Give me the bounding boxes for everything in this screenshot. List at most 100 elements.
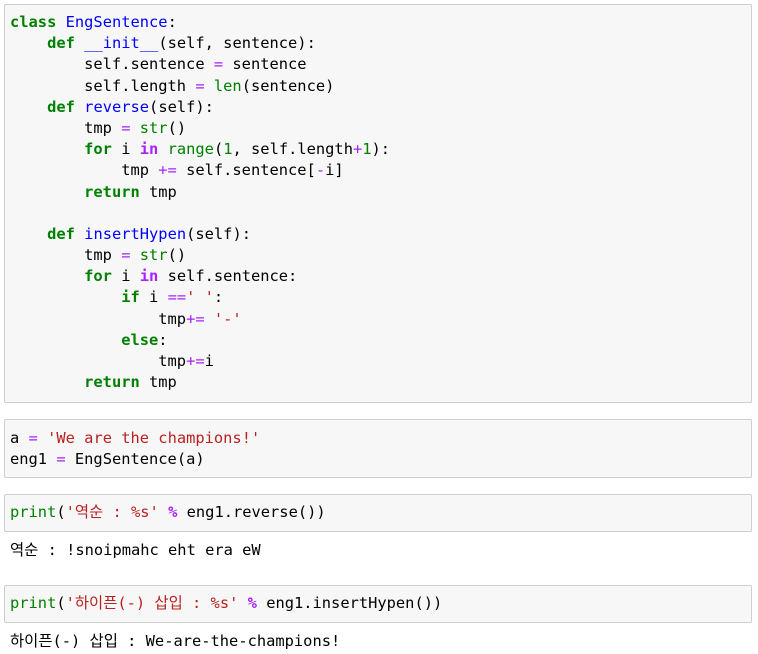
code-text: EngSentence(a): [65, 450, 205, 469]
keyword: def: [47, 224, 75, 243]
code-cell-print-reverse[interactable]: print('역순 : %s' % eng1.reverse()): [4, 494, 752, 532]
code-text: (self):: [186, 224, 251, 243]
code-cell-assignment[interactable]: a = 'We are the champions!' eng1 = EngSen…: [4, 419, 752, 478]
operator: +=: [186, 309, 205, 328]
code-text: self.sentence:: [158, 267, 298, 286]
code-cell-class-definition[interactable]: class EngSentence: def __init__(self, se…: [4, 4, 752, 403]
code-text: :: [167, 13, 177, 31]
code-line: tmp = str(): [10, 118, 390, 139]
code-text: :: [158, 330, 168, 349]
code-line: return tmp: [10, 182, 390, 203]
code-text: self.sentence[: [176, 161, 316, 180]
keyword: return: [84, 373, 140, 392]
code-line: for i in range(1, self.length+1):: [10, 139, 390, 160]
builtin: print: [10, 594, 57, 612]
cell-output-reverse: 역순 : !snoipmahc eht era eW: [10, 541, 261, 559]
code-line: tmp+= '-': [10, 309, 390, 330]
keyword: if: [121, 288, 140, 307]
code-text: i: [204, 352, 214, 370]
code-text: eng1: [10, 450, 57, 469]
code-text: tmp: [10, 246, 122, 265]
code-editor[interactable]: print('하이픈(-) 삽입 : %s' % eng1.insertHype…: [10, 593, 442, 614]
operator: =: [56, 450, 66, 469]
code-text: i: [111, 267, 140, 286]
keyword: def: [47, 34, 75, 53]
operator: +: [352, 140, 363, 159]
operator: -: [315, 161, 326, 180]
code-text: eng1.insertHypen()): [256, 594, 443, 612]
operator: =: [28, 429, 38, 447]
code-cell-print-hyphen[interactable]: print('하이픈(-) 삽입 : %s' % eng1.insertHype…: [4, 585, 752, 623]
code-line: class EngSentence:: [10, 12, 390, 33]
operator: =: [195, 76, 205, 95]
code-text: eng1.reverse()): [177, 503, 326, 521]
code-editor[interactable]: class EngSentence: def __init__(self, se…: [10, 12, 390, 393]
code-text: (: [56, 594, 66, 612]
code-line: def __init__(self, sentence):: [10, 33, 390, 54]
code-text: tmp: [10, 118, 122, 137]
function-name: EngSentence: [65, 13, 168, 31]
code-editor[interactable]: print('역순 : %s' % eng1.reverse()): [10, 502, 326, 523]
keyword: def: [47, 97, 75, 116]
keyword: for: [84, 140, 112, 159]
code-text: (self, sentence):: [158, 34, 316, 53]
function-name: reverse: [84, 97, 150, 116]
keyword: for: [84, 267, 112, 286]
string-literal: '하이픈(-) 삽입 : %s': [65, 594, 239, 612]
operator: in: [139, 140, 159, 159]
operator: =: [213, 55, 224, 74]
builtin: range: [167, 140, 214, 159]
string-literal: '역순 : %s': [65, 503, 159, 521]
function-name: __init__: [84, 34, 159, 53]
string-literal: 'We are the champions!': [47, 429, 261, 447]
code-editor[interactable]: a = 'We are the champions!' eng1 = EngSen…: [10, 428, 260, 470]
keyword: class: [10, 13, 57, 31]
code-text: a: [10, 429, 29, 447]
code-text: self.sentence: [10, 55, 214, 74]
operator: in: [139, 267, 159, 286]
code-text: (): [167, 246, 187, 265]
code-line: def insertHypen(self):: [10, 224, 390, 245]
code-line: print('하이픈(-) 삽입 : %s' % eng1.insertHype…: [10, 593, 442, 614]
operator: ==: [167, 288, 187, 307]
code-line: if i ==' ':: [10, 287, 390, 308]
string-literal: '-': [213, 309, 242, 328]
code-line: print('역순 : %s' % eng1.reverse()): [10, 502, 326, 523]
code-text: ):: [371, 140, 391, 159]
builtin: print: [10, 503, 57, 521]
code-text: i: [111, 140, 140, 159]
code-line: [10, 203, 390, 224]
code-text: tmp: [139, 373, 177, 392]
operator: %: [168, 503, 178, 521]
code-text: i]: [325, 161, 344, 180]
code-line: def reverse(self):: [10, 97, 390, 118]
code-text: i: [139, 288, 168, 307]
code-line: self.sentence = sentence: [10, 54, 390, 75]
code-line: a = 'We are the champions!': [10, 428, 260, 449]
code-text: :: [213, 288, 224, 307]
operator: +=: [186, 352, 205, 370]
code-text: (: [213, 140, 224, 159]
code-line: else:: [10, 330, 390, 351]
cell-output-hyphen: 하이픈(-) 삽입 : We-are-the-champions!: [10, 632, 341, 650]
code-text: , self.length: [232, 140, 353, 159]
code-line: eng1 = EngSentence(a): [10, 449, 260, 470]
keyword: else: [121, 330, 159, 349]
